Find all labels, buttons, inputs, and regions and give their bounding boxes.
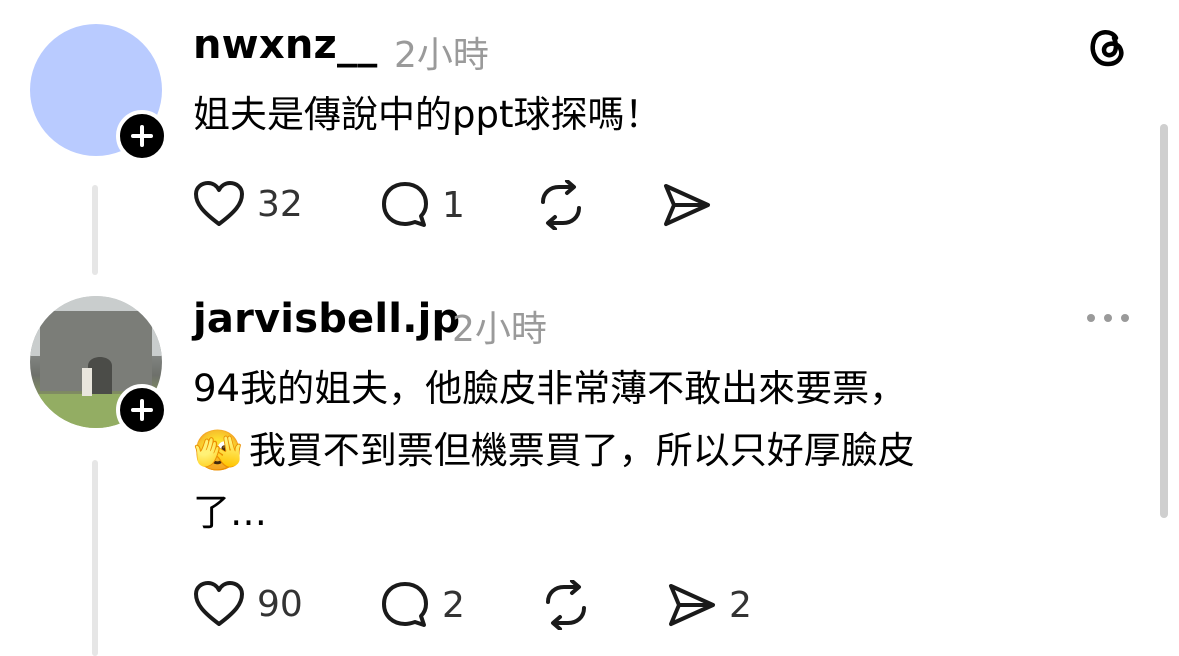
more-options-icon[interactable] — [1084, 310, 1132, 324]
post-text: 姐夫是傳說中的ppt球探嗎！ — [193, 93, 662, 136]
scrollbar[interactable] — [1160, 124, 1168, 518]
comment-icon — [380, 580, 430, 630]
post-text-line: 我買不到票但機票買了，所以只好厚臉皮 — [248, 429, 915, 472]
send-icon — [660, 180, 712, 230]
repost-icon — [540, 580, 592, 630]
post-timestamp: 2小時 — [452, 309, 547, 350]
like-button[interactable]: 90 — [193, 580, 303, 628]
like-count: 32 — [257, 183, 303, 225]
like-count: 90 — [257, 583, 303, 625]
reply-count: 2 — [442, 584, 465, 626]
post-text-line: 了… — [193, 491, 267, 534]
repost-button[interactable] — [535, 180, 587, 230]
share-button[interactable] — [660, 180, 712, 230]
face-peeking-emoji: 🫣 — [193, 428, 243, 474]
post-timestamp: 2小時 — [394, 35, 489, 76]
comment-icon — [380, 180, 430, 230]
username[interactable]: jarvisbell.jp — [193, 296, 460, 342]
share-button[interactable]: 2 — [665, 580, 752, 630]
share-count: 2 — [729, 584, 752, 626]
repost-button[interactable] — [540, 580, 592, 630]
post-text-line: 94我的姐夫，他臉皮非常薄不敢出來要票， — [193, 367, 907, 410]
username[interactable]: nwxnz__ — [193, 22, 377, 68]
repost-icon — [535, 180, 587, 230]
follow-plus-icon[interactable] — [116, 384, 168, 436]
heart-icon — [193, 180, 245, 228]
reply-button[interactable]: 2 — [380, 580, 465, 630]
reply-count: 1 — [442, 184, 465, 226]
threads-logo-icon[interactable] — [1082, 22, 1130, 70]
thread-connector-line — [92, 185, 98, 275]
thread-connector-line — [92, 460, 98, 656]
reply-button[interactable]: 1 — [380, 180, 465, 230]
follow-plus-icon[interactable] — [116, 110, 168, 162]
post-text-row: 🫣 我買不到票但機票買了，所以只好厚臉皮 — [193, 420, 915, 482]
like-button[interactable]: 32 — [193, 180, 303, 228]
send-icon — [665, 580, 717, 630]
heart-icon — [193, 580, 245, 628]
